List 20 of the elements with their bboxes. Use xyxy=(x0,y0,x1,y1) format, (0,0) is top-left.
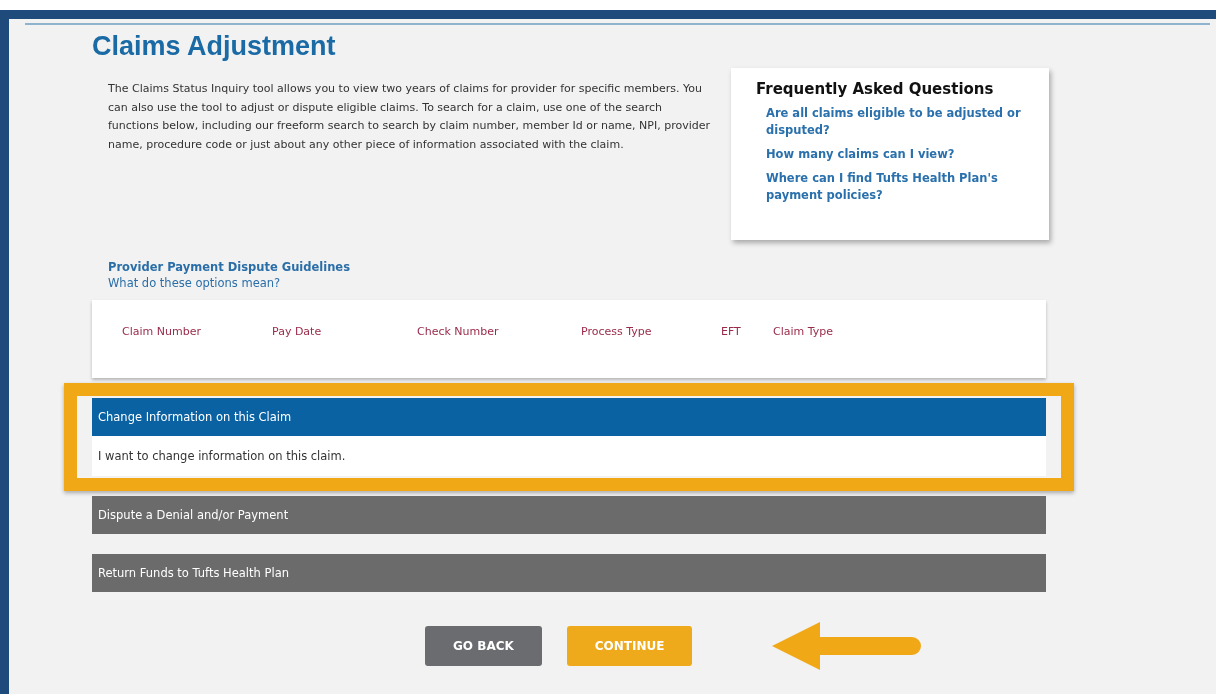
option-description: I want to change information on this claim. xyxy=(92,436,1046,476)
option-header[interactable]: Change Information on this Claim xyxy=(92,398,1046,436)
help-link[interactable]: What do these options mean? xyxy=(108,276,281,290)
faq-link[interactable]: Are all claims eligible to be adjusted or disputed? xyxy=(756,105,1033,139)
faq-link[interactable]: How many claims can I view? xyxy=(756,146,1033,163)
faq-title: Frequently Asked Questions xyxy=(756,80,995,98)
page-title: Claims Adjustment xyxy=(92,31,337,62)
column-header: Claim Type xyxy=(773,325,833,338)
option-header[interactable]: Return Funds to Tufts Health Plan xyxy=(92,554,1046,592)
column-header: Process Type xyxy=(581,325,652,338)
column-header: EFT xyxy=(721,325,741,338)
help-link[interactable]: Provider Payment Dispute Guidelines xyxy=(108,260,350,274)
column-header: Pay Date xyxy=(272,325,322,338)
back-button[interactable]: GO BACK xyxy=(425,626,542,666)
option-header[interactable]: Dispute a Denial and/or Payment xyxy=(92,496,1046,534)
arrow-icon xyxy=(772,620,923,672)
faq-link[interactable]: Where can I find Tufts Health Plan's payment policies? xyxy=(756,170,1033,204)
column-header: Claim Number xyxy=(122,325,201,338)
column-header: Check Number xyxy=(417,325,499,338)
intro-paragraph: The Claims Status Inquiry tool allows you to view two years of claims for provider for specific members. You can also use the tool to adjust or dispute eligible claims. To search for a claim, use one of the search functions below, including our freeform search to search by claim number, member Id or name, NPI, provider name, procedure code or just about any other piece of information associated with the claim. xyxy=(108,81,712,153)
